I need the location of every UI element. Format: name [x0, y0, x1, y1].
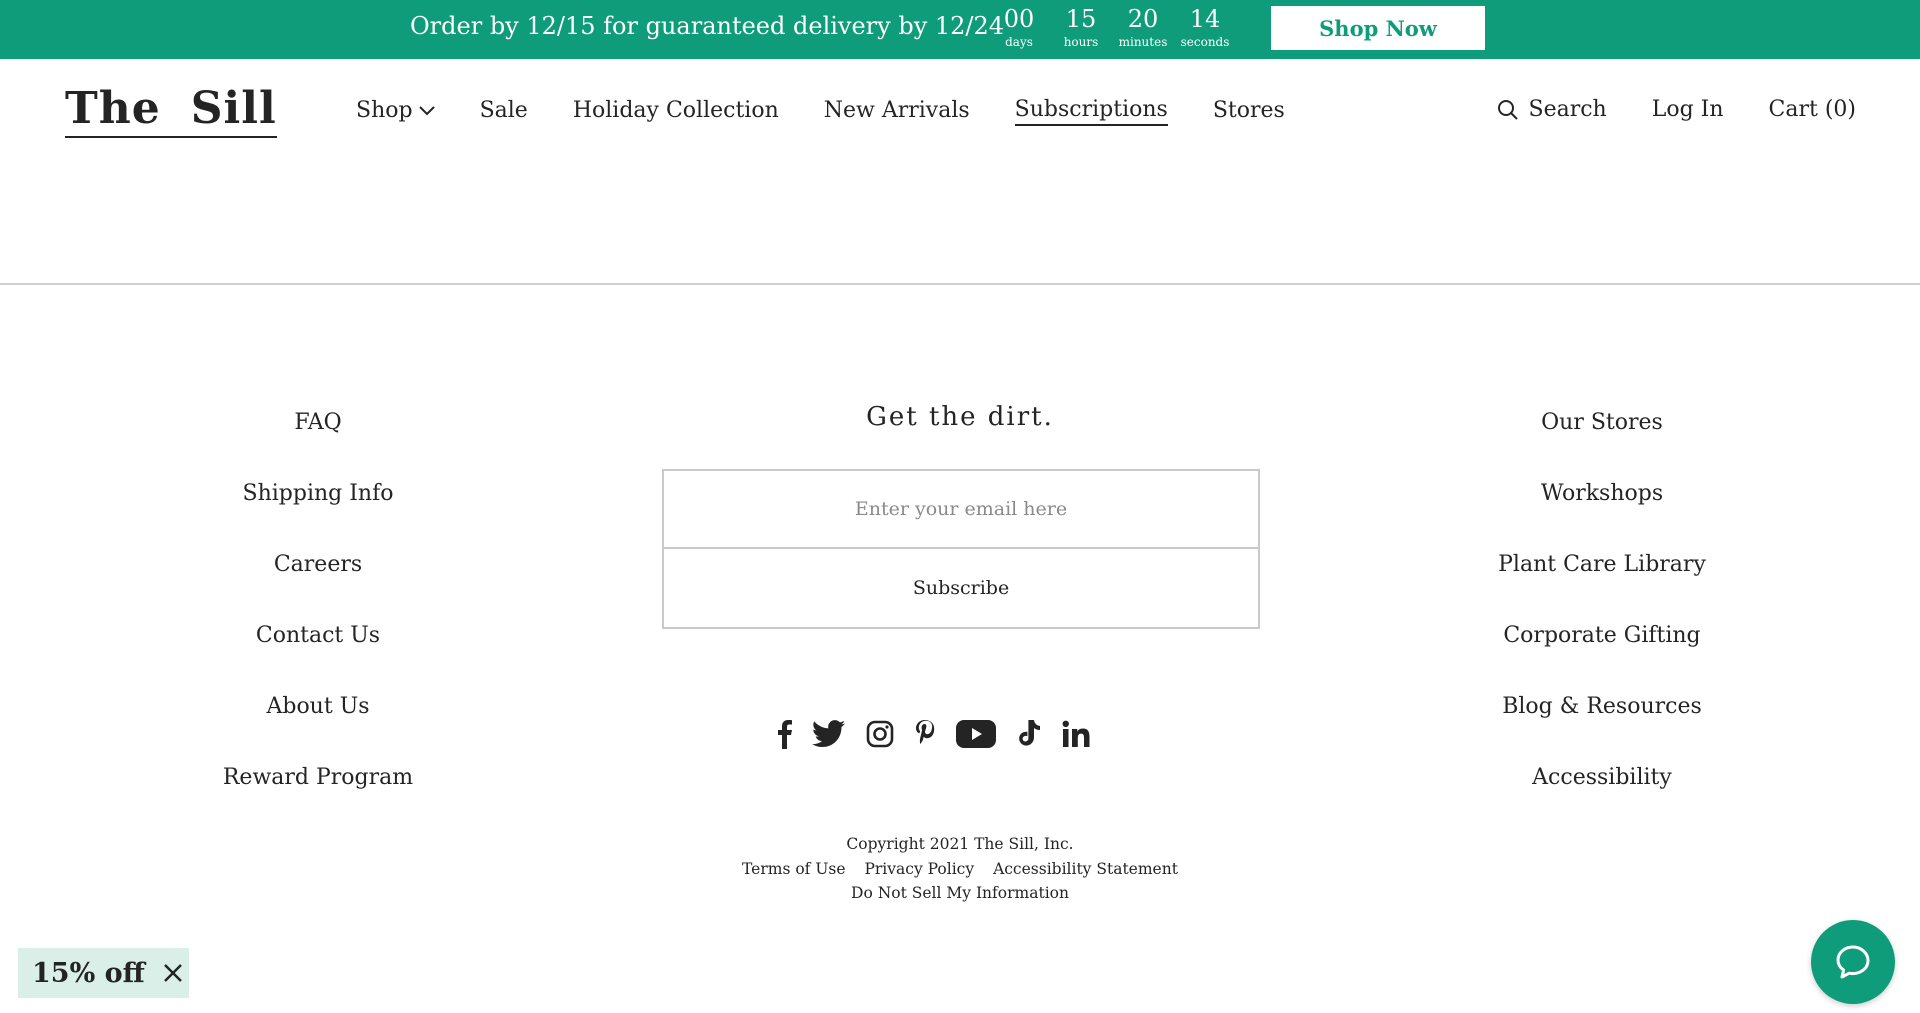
footer-link-plant-care-library[interactable]: Plant Care Library	[1402, 550, 1802, 621]
social-links	[776, 712, 1112, 756]
site-logo[interactable]: The Sill	[65, 84, 277, 138]
countdown-value: 15	[1065, 5, 1097, 33]
chat-bubble-icon	[1836, 945, 1870, 979]
newsletter-title: Get the dirt.	[866, 402, 1054, 432]
nav-shop[interactable]: Shop	[356, 97, 435, 125]
footer-link-corporate-gifting[interactable]: Corporate Gifting	[1402, 621, 1802, 692]
footer-link-about-us[interactable]: About Us	[118, 692, 518, 763]
countdown-label: seconds	[1180, 35, 1230, 49]
copyright-text: Copyright 2021 The Sill, Inc.	[846, 835, 1074, 853]
promo-message: Order by 12/15 for guaranteed delivery b…	[410, 12, 1005, 40]
footer-link-shipping-info[interactable]: Shipping Info	[118, 479, 518, 550]
pinterest-icon[interactable]	[914, 712, 936, 756]
cart-link[interactable]: Cart (0)	[1769, 96, 1856, 124]
search-label: Search	[1528, 97, 1607, 122]
countdown-value: 20	[1127, 5, 1159, 33]
nav-subscriptions[interactable]: Subscriptions	[1014, 96, 1168, 126]
nav-holiday-collection[interactable]: Holiday Collection	[573, 97, 779, 125]
footer-link-faq[interactable]: FAQ	[118, 408, 518, 479]
instagram-icon[interactable]	[866, 712, 894, 756]
countdown-days: 00 days	[988, 4, 1050, 49]
newsletter-form: Subscribe	[662, 469, 1260, 629]
email-field[interactable]	[664, 471, 1258, 549]
logo-word-the: The	[65, 83, 161, 134]
section-divider	[0, 283, 1920, 285]
countdown-timer: 00 days 15 hours 20 minutes 14 seconds	[988, 4, 1236, 49]
tiktok-icon[interactable]	[1016, 712, 1042, 756]
footer-link-reward-program[interactable]: Reward Program	[118, 763, 518, 834]
do-not-sell-link[interactable]: Do Not Sell My Information	[851, 884, 1069, 902]
footer-right-links: Our Stores Workshops Plant Care Library …	[1402, 408, 1802, 834]
nav-new-arrivals[interactable]: New Arrivals	[824, 97, 970, 125]
footer-left-links: FAQ Shipping Info Careers Contact Us Abo…	[118, 408, 518, 834]
twitter-icon[interactable]	[812, 712, 846, 756]
footer-link-contact-us[interactable]: Contact Us	[118, 621, 518, 692]
facebook-icon[interactable]	[776, 712, 792, 756]
discount-badge: 15% off	[18, 948, 189, 998]
search-icon	[1497, 100, 1518, 120]
privacy-policy-link[interactable]: Privacy Policy	[864, 860, 974, 878]
chevron-down-icon	[418, 106, 435, 116]
nav-sale[interactable]: Sale	[480, 97, 528, 125]
footer-link-accessibility[interactable]: Accessibility	[1402, 763, 1802, 834]
legal-footer: Copyright 2021 The Sill, Inc. Terms of U…	[660, 832, 1260, 906]
footer-link-workshops[interactable]: Workshops	[1402, 479, 1802, 550]
announcement-bar: Order by 12/15 for guaranteed delivery b…	[0, 0, 1920, 59]
countdown-value: 14	[1189, 5, 1221, 33]
login-link[interactable]: Log In	[1652, 96, 1724, 124]
search-link[interactable]: Search	[1497, 96, 1607, 124]
accessibility-statement-link[interactable]: Accessibility Statement	[993, 860, 1178, 878]
countdown-seconds: 14 seconds	[1174, 4, 1236, 49]
discount-label[interactable]: 15% off	[32, 958, 145, 989]
terms-of-use-link[interactable]: Terms of Use	[742, 860, 845, 878]
legal-links-row2: Do Not Sell My Information	[660, 881, 1260, 906]
countdown-label: hours	[1063, 35, 1099, 49]
shop-now-button[interactable]: Shop Now	[1271, 6, 1485, 50]
footer-link-careers[interactable]: Careers	[118, 550, 518, 621]
nav-label: Shop	[356, 98, 413, 123]
nav-stores[interactable]: Stores	[1213, 97, 1285, 125]
close-icon[interactable]	[163, 963, 183, 983]
chat-button[interactable]	[1811, 920, 1895, 1004]
subscribe-button[interactable]: Subscribe	[664, 549, 1258, 627]
countdown-hours: 15 hours	[1050, 4, 1112, 49]
logo-word-sill: Sill	[190, 83, 277, 134]
countdown-value: 00	[1003, 5, 1035, 33]
footer-link-blog-resources[interactable]: Blog & Resources	[1402, 692, 1802, 763]
account-nav: Search Log In Cart (0)	[1497, 96, 1856, 124]
countdown-label: minutes	[1118, 35, 1168, 49]
youtube-icon[interactable]	[956, 712, 996, 756]
footer-link-our-stores[interactable]: Our Stores	[1402, 408, 1802, 479]
countdown-minutes: 20 minutes	[1112, 4, 1174, 49]
legal-links: Terms of Use Privacy Policy Accessibilit…	[660, 857, 1260, 882]
countdown-label: days	[1005, 35, 1033, 49]
main-nav: Shop Sale Holiday Collection New Arrival…	[356, 96, 1330, 126]
linkedin-icon[interactable]	[1062, 712, 1092, 756]
